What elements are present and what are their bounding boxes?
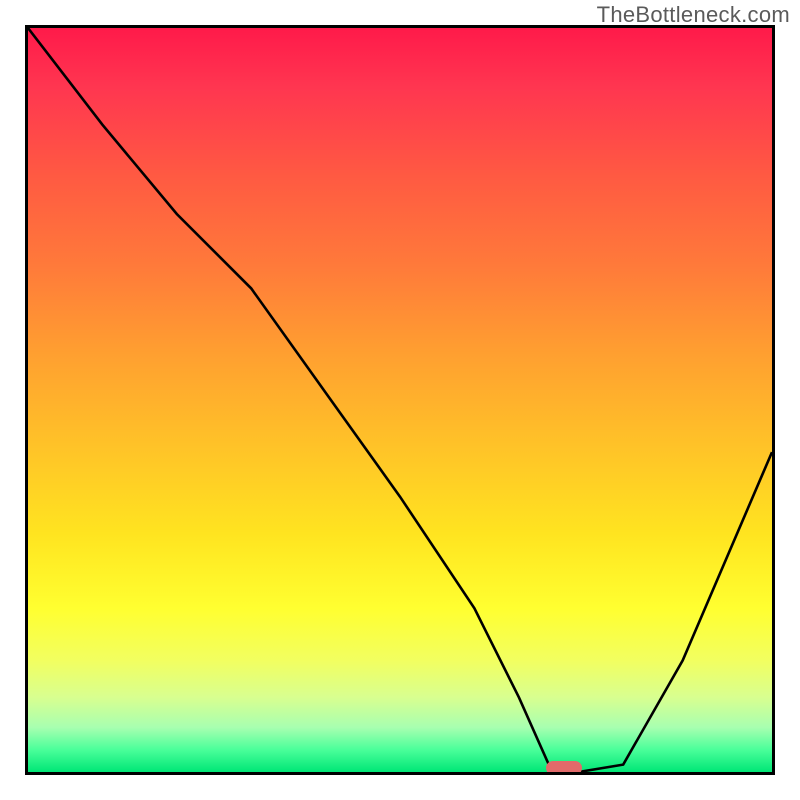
bottleneck-curve: [28, 28, 772, 772]
curve-svg: [28, 28, 772, 772]
plot-frame: [25, 25, 775, 775]
optimal-marker: [546, 761, 582, 775]
watermark-text: TheBottleneck.com: [597, 2, 790, 28]
